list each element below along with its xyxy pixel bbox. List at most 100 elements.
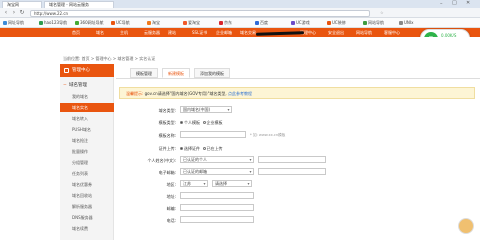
site-nav-item[interactable]: 云服务器 (144, 28, 160, 37)
address-field[interactable] (180, 192, 254, 199)
sidebar-item[interactable]: 分组管理 (60, 158, 114, 167)
main-content: 模板管理 新建模板 添加我的模板 温馨提示: gov.cn请选择"国内域名(GO… (116, 64, 480, 240)
site-sub-header (0, 37, 480, 55)
back-icon[interactable]: ‹ (3, 9, 9, 17)
sidebar-item[interactable]: 域名实名 (60, 103, 114, 112)
site-nav-right-item[interactable]: 客服中心 (384, 28, 400, 37)
tab-label: 模板管理 (136, 71, 152, 76)
maximize-icon[interactable]: □ (452, 0, 457, 6)
site-nav-item[interactable]: 企业邮箱 (216, 28, 232, 37)
phone-label: 电话: (166, 218, 176, 223)
site-nav-item[interactable]: 建站 (168, 28, 176, 37)
chevron-down-icon: ▾ (249, 157, 252, 162)
browser-tab-active[interactable]: 域名管理 - 网站云服务 (44, 1, 114, 8)
bookmark-item[interactable]: UC游戏 (291, 20, 310, 26)
template-name-input[interactable] (180, 131, 246, 138)
browser-tab[interactable]: 淘宝网 (2, 1, 42, 8)
site-nav-item[interactable]: 域名 (96, 28, 104, 37)
email-input[interactable] (258, 168, 326, 175)
sidebar-item[interactable]: 域名转入 (60, 114, 114, 123)
notice-label: 温馨提示: (126, 91, 144, 96)
city-select[interactable]: 请选择 ▾ (212, 180, 252, 187)
bookmark-item[interactable]: hao123导航 (39, 20, 67, 26)
site-nav-item[interactable]: SSL证书 (192, 28, 207, 37)
bookmarks-bar: 网址导航 hao123导航 360网址导航 UC导航 淘宝 爱淘宝 京东 百度 UC游戏 UC装修… (0, 18, 480, 28)
site-nav-item[interactable]: 首页 (72, 28, 80, 37)
tab-new-template[interactable]: 新建模板 (162, 68, 190, 78)
radio-choose-cert[interactable] (180, 147, 183, 151)
address-text: http://www.22.cn (34, 11, 69, 16)
bookmark-item[interactable]: 爱淘宝 (183, 20, 200, 26)
site-nav-right-item[interactable]: 安全退出 (328, 28, 344, 37)
bookmark-item[interactable]: UC装修 (327, 20, 346, 26)
browser-tab-bar: 淘宝网 域名管理 - 网站云服务 – □ ✕ (0, 0, 480, 8)
notice-link[interactable]: 点此参考教程 (228, 91, 252, 96)
sidebar-item[interactable]: 域名续费 (60, 224, 114, 233)
site-nav-item[interactable]: 主机 (120, 28, 128, 37)
bookmark-icon (3, 20, 7, 25)
tab-template-manage[interactable]: 模板管理 (130, 68, 158, 78)
postcode-label: 邮编: (166, 206, 176, 211)
address-input[interactable]: http://www.22.cn (30, 9, 370, 17)
sidebar-item[interactable]: 批量操作 (60, 147, 114, 156)
person-name-label: 个人姓名(中文): (147, 158, 176, 163)
bookmark-item[interactable]: UC导航 (111, 20, 130, 26)
bookmark-icon (75, 20, 79, 25)
sidebar-header[interactable]: 管理中心 (60, 64, 114, 77)
bookmark-item[interactable]: 360网址导航 (75, 20, 104, 26)
postcode-field[interactable] (180, 204, 254, 211)
site-nav-item[interactable]: 域名交易 (240, 28, 256, 37)
close-icon[interactable]: ✕ (466, 0, 470, 6)
city-value: 请选择 (215, 181, 227, 186)
person-name-value: 已认证的个人 (183, 157, 207, 162)
breadcrumb: 当前位置: 首页 > 管理中心 > 域名管理 > 实名认证 (63, 56, 156, 61)
bookmark-label: UC游戏 (296, 20, 310, 25)
star-icon[interactable]: ☆ (380, 10, 384, 15)
radio-uploaded[interactable] (202, 147, 206, 151)
domain-type-value: 国内域名(中国) (183, 107, 211, 112)
person-name-select[interactable]: 已认证的个人 ▾ (180, 156, 254, 163)
sidebar-item[interactable]: 域名回收站 (60, 191, 114, 200)
sidebar-item[interactable]: 我的域名 (60, 92, 114, 101)
template-name-label: 模板名称: (158, 133, 176, 138)
bookmark-item[interactable]: 百度 (255, 20, 268, 26)
radio-company[interactable] (202, 121, 206, 125)
bookmark-item[interactable]: 网站导航 (363, 20, 384, 26)
refresh-icon[interactable]: ↻ (19, 9, 25, 17)
email-select[interactable]: 已认证的邮箱 ▾ (180, 168, 254, 175)
bookmark-icon (147, 20, 151, 25)
chevron-down-icon: ▾ (247, 181, 250, 186)
sidebar-group-label: 域名管理 (69, 83, 87, 88)
minus-icon: − (63, 83, 67, 88)
phone-field[interactable] (180, 216, 254, 223)
bookmark-item[interactable]: UNIx (399, 20, 413, 26)
bookmark-icon (291, 20, 295, 25)
sidebar-item[interactable]: 域名抢注 (60, 136, 114, 145)
bookmark-label: UC装修 (332, 20, 346, 25)
person-name-input[interactable] (258, 156, 326, 163)
bookmark-item[interactable]: 网址导航 (3, 20, 24, 26)
bookmark-item[interactable]: 淘宝 (147, 20, 160, 26)
radio-label: 个人模板 (184, 120, 200, 125)
tab-title: 域名管理 - 网站云服务 (49, 2, 89, 7)
sidebar-item[interactable]: 任务列表 (60, 169, 114, 178)
bookmark-label: 360网址导航 (80, 20, 104, 25)
bookmark-icon (111, 20, 115, 25)
domain-type-select[interactable]: 国内域名(中国) ▾ (180, 106, 232, 113)
radio-personal[interactable] (180, 121, 183, 125)
sidebar-item[interactable]: 解析服务器 (60, 202, 114, 211)
sidebar-item[interactable]: DNS服务器 (60, 213, 114, 222)
forward-icon[interactable]: › (11, 9, 17, 17)
province-select[interactable]: 江苏 ▾ (180, 180, 208, 187)
tab-add-my-template[interactable]: 添加我的模板 (194, 68, 230, 78)
chevron-down-icon: ▾ (227, 107, 230, 112)
bookmark-item[interactable]: 京东 (219, 20, 232, 26)
site-nav-right-item[interactable]: 网站导航 (356, 28, 372, 37)
sidebar-item[interactable]: 域名优惠券 (60, 180, 114, 189)
chevron-down-icon: ▾ (203, 181, 206, 186)
sidebar-item[interactable]: PUSH域名 (60, 125, 114, 134)
home-icon (64, 68, 69, 73)
minimize-icon[interactable]: – (440, 1, 443, 7)
sidebar-group-title[interactable]: − 域名管理 (60, 81, 114, 90)
upload-label: 证件上传: (158, 146, 176, 151)
